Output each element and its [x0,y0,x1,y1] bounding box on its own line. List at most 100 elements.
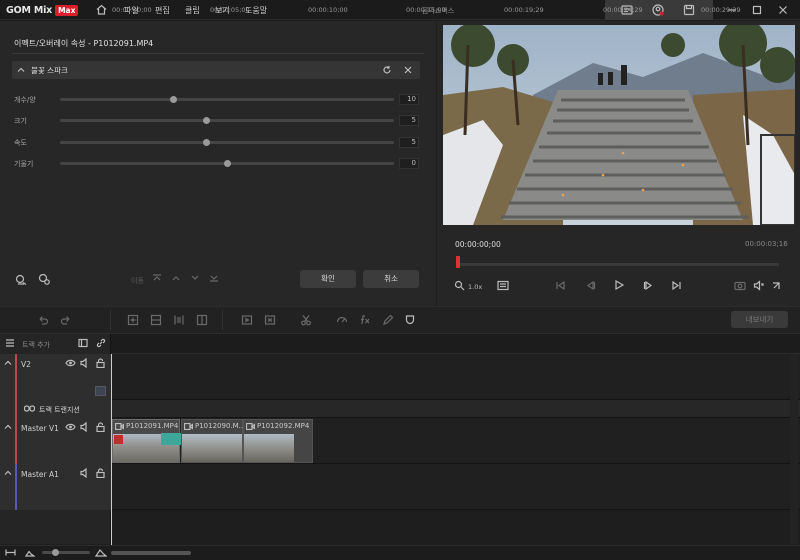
speed-icon[interactable] [336,314,348,326]
chevron-up-icon[interactable] [17,66,25,74]
insert-icon[interactable] [127,314,139,326]
maximize-icon[interactable] [750,3,764,17]
go-end-icon[interactable] [671,280,682,291]
clip-2[interactable]: P1012090.M... [181,419,245,463]
mask-icon[interactable] [404,314,416,326]
menu-clip[interactable]: 클립 [185,5,200,16]
param-value-speed[interactable]: 5 [399,137,419,148]
zoom-icon[interactable] [454,280,465,291]
play-clip-icon[interactable] [241,314,253,326]
param-value-tilt[interactable]: 0 [399,158,419,169]
split-icon[interactable] [150,314,162,326]
slider-size[interactable] [60,117,394,124]
lock-icon[interactable] [96,468,105,478]
eye-icon[interactable] [65,422,76,432]
track-master-a1[interactable] [0,464,800,510]
track-name-v2: V2 [21,360,31,369]
seek-playhead[interactable] [456,256,460,268]
zoom-level[interactable]: 1.0x [468,283,482,291]
save-icon[interactable] [682,3,696,17]
horizontal-scrollbar[interactable] [111,551,191,555]
export-button[interactable]: 내보내기 [731,311,788,328]
account-icon[interactable] [651,3,665,17]
track-transition[interactable] [0,400,800,418]
track-v2[interactable] [0,354,800,400]
effect-settings-icon[interactable] [37,272,51,286]
eye-icon[interactable] [65,358,76,368]
zoom-in-icon[interactable] [95,547,107,557]
video-clip-icon [246,423,255,430]
cut-icon[interactable] [300,314,312,326]
detach-preview-icon[interactable] [771,280,782,291]
remove-effect-icon[interactable] [403,65,413,75]
effect-add-icon[interactable] [14,272,28,286]
slider-speed[interactable] [60,139,394,146]
reset-icon[interactable] [382,65,392,75]
param-value-size[interactable]: 5 [399,115,419,126]
timeline-playhead[interactable] [111,354,112,545]
delete-clip-icon[interactable] [264,314,276,326]
next-frame-icon[interactable] [643,280,654,291]
ruler-label: 00:00:19;29 [504,6,544,14]
total-time: 00:00:03;16 [745,240,788,248]
redo-icon[interactable] [60,314,72,326]
current-time: 00:00:00;00 [455,240,501,249]
zoom-slider[interactable] [42,549,90,556]
slider-tilt[interactable] [60,160,394,167]
volume-icon[interactable] [753,280,765,291]
seek-bar[interactable] [457,263,779,266]
video-clip-icon [184,423,193,430]
ruler-label: 00:00:00;00 [112,6,152,14]
chevron-up-icon[interactable] [4,359,12,367]
lock-icon[interactable] [96,422,105,432]
mirror-icon[interactable] [196,314,208,326]
move-up-icon[interactable] [171,273,181,283]
lock-icon[interactable] [96,358,105,368]
move-top-icon[interactable] [152,273,162,283]
app-logo: GOM Mix Max [6,3,79,17]
vertical-scrollbar[interactable] [790,354,798,544]
move-bottom-icon[interactable] [209,273,219,283]
speaker-icon[interactable] [80,422,90,432]
fit-icon[interactable] [5,548,16,557]
slider-amount[interactable] [60,96,394,103]
zoom-slider-knob[interactable] [52,549,59,556]
track-marker [15,418,17,464]
menu-icon[interactable] [5,338,15,348]
param-value-amount[interactable]: 10 [399,94,419,105]
link-icon[interactable] [96,338,106,348]
speaker-icon[interactable] [80,358,90,368]
safe-zone-icon[interactable] [497,280,509,291]
crop-icon[interactable] [173,314,185,326]
speaker-icon[interactable] [80,468,90,478]
fx-icon[interactable] [359,314,371,326]
add-track-label[interactable]: 트랙 추가 [22,340,50,350]
slider-knob[interactable] [223,160,231,167]
play-icon[interactable] [613,279,625,291]
clip-library-icon[interactable] [78,338,88,348]
slider-knob[interactable] [170,96,178,103]
clip-3[interactable]: P1012092.MP4 [243,419,313,463]
menu-edit[interactable]: 편집 [155,5,170,16]
zoom-out-icon[interactable] [25,548,35,557]
track-option-icon[interactable] [95,386,106,396]
pen-icon[interactable] [382,314,394,326]
time-ruler[interactable] [111,334,800,354]
chevron-up-icon[interactable] [4,423,12,431]
chevron-up-icon[interactable] [4,469,12,477]
ruler-label: 00:00:10;00 [308,6,348,14]
video-frame[interactable] [443,25,795,225]
prev-frame-icon[interactable] [585,280,596,291]
close-window-icon[interactable] [776,3,790,17]
track-name-master-a1: Master A1 [21,470,59,479]
go-start-icon[interactable] [555,280,566,291]
home-icon[interactable] [95,3,108,16]
clip-thumbnail [182,434,242,462]
snapshot-icon[interactable] [734,280,746,291]
move-down-icon[interactable] [190,273,200,283]
undo-icon[interactable] [37,314,49,326]
effect-section-header[interactable]: 불꽃 스파크 [12,61,420,79]
ok-button[interactable]: 확인 [300,270,356,288]
track-name-master-v1: Master V1 [21,424,59,433]
cancel-button[interactable]: 취소 [363,270,419,288]
